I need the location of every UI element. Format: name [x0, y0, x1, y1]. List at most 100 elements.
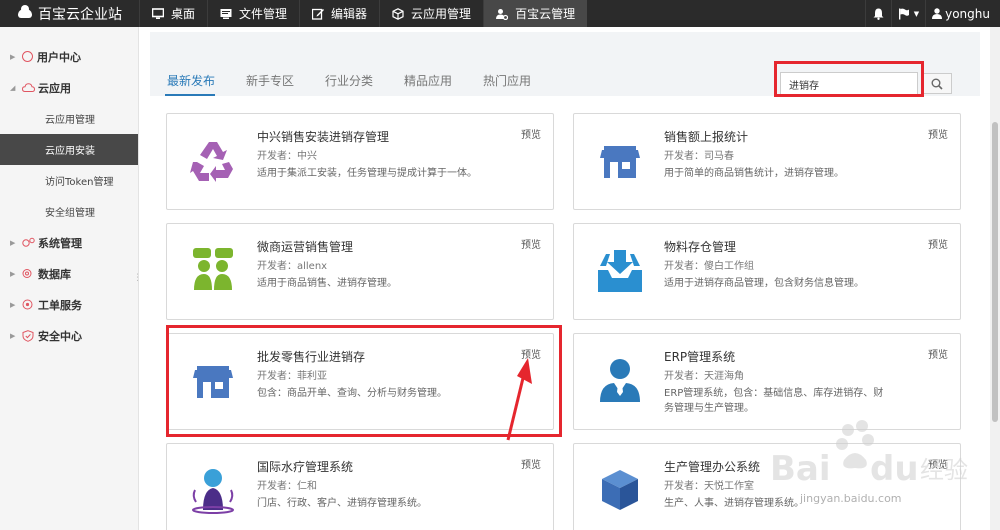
- app-card-developer: 开发者：allenx: [257, 261, 328, 272]
- sidebar-item-label: 工单服务: [38, 298, 82, 312]
- inbox-download-icon: [596, 246, 644, 294]
- preview-link[interactable]: 预览: [521, 236, 541, 251]
- sidebar-subitem-token-manage[interactable]: 访问Token管理: [0, 165, 138, 196]
- app-card-developer: 开发者：中兴: [257, 151, 317, 162]
- brand[interactable]: 百宝云企业站: [0, 0, 139, 27]
- tab-featured[interactable]: 精品应用: [404, 72, 452, 89]
- user-menu-button[interactable]: yonghu: [925, 0, 1000, 27]
- tab-latest[interactable]: 最新发布: [167, 72, 215, 89]
- app-card-developer: 开发者：司马春: [664, 151, 734, 162]
- document-icon: [220, 8, 232, 20]
- nav-file-manager-label: 文件管理: [239, 7, 288, 21]
- sidebar-item-ticket-service[interactable]: ▶ 工单服务: [0, 289, 138, 320]
- app-card-title: 物料存仓管理: [664, 240, 737, 254]
- watermark-url: jingyan.baidu.com: [800, 492, 902, 505]
- sidebar-item-label: 用户中心: [37, 50, 81, 64]
- tab-industry[interactable]: 行业分类: [325, 72, 373, 89]
- topbar-right: ▼ yonghu: [864, 0, 1000, 27]
- search-highlight-frame: [774, 61, 924, 97]
- sidebar-subitem-cloud-app-manage[interactable]: 云应用管理: [0, 103, 138, 134]
- nav-desktop-label: 桌面: [171, 7, 196, 21]
- store-icon: [596, 136, 644, 184]
- username: yonghu: [945, 6, 990, 21]
- sidebar-item-label: 云应用: [38, 81, 71, 95]
- shield-icon: [22, 329, 34, 342]
- tab-popular[interactable]: 热门应用: [483, 72, 531, 89]
- app-card[interactable]: ERP管理系统 开发者：天涯海角 ERP管理系统，包含：基础信息、库存进销存、财…: [573, 333, 961, 430]
- chevron-right-icon: ▶: [10, 238, 16, 247]
- database-gear-icon: [22, 269, 32, 278]
- preview-link[interactable]: 预览: [521, 456, 541, 471]
- app-card-developer: 开发者：天悦工作室: [664, 481, 754, 492]
- sidebar-subitem-label: 安全组管理: [45, 208, 95, 219]
- app-card-description: 适用于进销存商品管理，包含财务信息管理。: [664, 278, 864, 289]
- gears-icon: [22, 237, 35, 247]
- edit-icon: [311, 8, 325, 20]
- sidebar-item-database[interactable]: ▶ 数据库: [0, 258, 138, 289]
- chevron-right-icon: ▶: [10, 331, 16, 340]
- svg-text:Bai: Bai: [770, 449, 831, 489]
- app-card-title: 国际水疗管理系统: [257, 460, 354, 474]
- app-card-title: 微商运营销售管理: [257, 240, 354, 254]
- notification-button[interactable]: [864, 0, 891, 27]
- preview-link[interactable]: 预览: [928, 236, 948, 251]
- people-chat-icon: [189, 246, 237, 294]
- users-cog-icon: [496, 8, 509, 20]
- nav-baibaoyun-manager[interactable]: 百宝云管理: [483, 0, 588, 27]
- search-button[interactable]: [922, 73, 952, 94]
- tab-beginner[interactable]: 新手专区: [246, 72, 294, 89]
- search-icon: [931, 78, 943, 90]
- preview-link[interactable]: 预览: [928, 126, 948, 141]
- cloud-icon: [22, 83, 35, 92]
- app-card-developer: 开发者：傻白工作组: [664, 261, 754, 272]
- spa-person-icon: [189, 466, 237, 514]
- user-icon: [932, 8, 943, 19]
- preview-link[interactable]: 预览: [521, 126, 541, 141]
- box-icon: [596, 466, 644, 514]
- app-card[interactable]: 中兴销售安装进销存管理 开发者：中兴 适用于集派工安装，任务管理与提成计算于一体…: [166, 113, 554, 210]
- nav-desktop[interactable]: 桌面: [139, 0, 207, 27]
- top-navbar: 百宝云企业站 桌面 文件管理 编辑器 云应用管理 百宝云管理 ▼ yonghu: [0, 0, 1000, 27]
- app-card-developer: 开发者：仁和: [257, 481, 317, 492]
- sidebar-item-label: 系统管理: [38, 236, 82, 250]
- ticket-gear-icon: [22, 299, 33, 310]
- preview-link[interactable]: 预览: [928, 346, 948, 361]
- chevron-down-icon: ◢: [10, 83, 16, 92]
- svg-text:du: du: [870, 449, 919, 489]
- app-card-developer: 开发者：天涯海角: [664, 371, 744, 382]
- brand-title: 百宝云企业站: [38, 6, 122, 23]
- flag-icon: [898, 8, 909, 19]
- sidebar-subitem-cloud-app-install[interactable]: 云应用安装: [0, 134, 138, 165]
- app-card-title: ERP管理系统: [664, 350, 736, 364]
- nav-file-manager[interactable]: 文件管理: [207, 0, 299, 27]
- sidebar-resize-handle[interactable]: ⋮: [133, 273, 142, 293]
- nav-editor-label: 编辑器: [331, 7, 368, 21]
- sidebar-subitem-security-group[interactable]: 安全组管理: [0, 196, 138, 227]
- app-card-description: ERP管理系统，包含：基础信息、库存进销存、财务管理与生产管理。: [664, 388, 884, 414]
- monitor-icon: [151, 7, 165, 20]
- sidebar-item-cloud-app[interactable]: ◢ 云应用: [0, 72, 138, 103]
- sidebar-item-security-center[interactable]: ▶ 安全中心: [0, 320, 138, 351]
- app-card-description: 用于简单的商品销售统计，进销存管理。: [664, 168, 844, 179]
- sidebar-subitem-label: 访问Token管理: [45, 177, 114, 188]
- sidebar-item-system-manage[interactable]: ▶ 系统管理: [0, 227, 138, 258]
- flag-menu-button[interactable]: ▼: [890, 0, 925, 27]
- nav-cloud-app-manager[interactable]: 云应用管理: [379, 0, 483, 27]
- app-card[interactable]: 国际水疗管理系统 开发者：仁和 门店、行政、客户、进销存管理系统。 预览: [166, 443, 554, 530]
- app-card[interactable]: 销售额上报统计 开发者：司马春 用于简单的商品销售统计，进销存管理。 预览: [573, 113, 961, 210]
- app-card-description: 适用于集派工安装，任务管理与提成计算于一体。: [257, 168, 477, 179]
- sidebar-subitem-label: 云应用管理: [45, 115, 95, 126]
- scrollbar-thumb[interactable]: [992, 122, 998, 422]
- sidebar-subitem-label: 云应用安装: [45, 146, 95, 157]
- baidu-watermark-logo: Bai du 经验: [770, 420, 968, 489]
- active-tab-indicator: [165, 94, 215, 96]
- app-card[interactable]: 物料存仓管理 开发者：傻白工作组 适用于进销存商品管理，包含财务信息管理。 预览: [573, 223, 961, 320]
- sidebar-item-user-center[interactable]: ▶ 用户中心: [0, 41, 138, 72]
- nav-editor[interactable]: 编辑器: [299, 0, 379, 27]
- app-card-title: 销售额上报统计: [664, 130, 749, 144]
- app-card[interactable]: 微商运营销售管理 开发者：allenx 适用于商品销售、进销存管理。 预览: [166, 223, 554, 320]
- recycle-icon: [189, 136, 237, 184]
- chevron-right-icon: ▶: [10, 269, 16, 278]
- app-card-description: 适用于商品销售、进销存管理。: [257, 278, 397, 289]
- cube-icon: [392, 7, 404, 20]
